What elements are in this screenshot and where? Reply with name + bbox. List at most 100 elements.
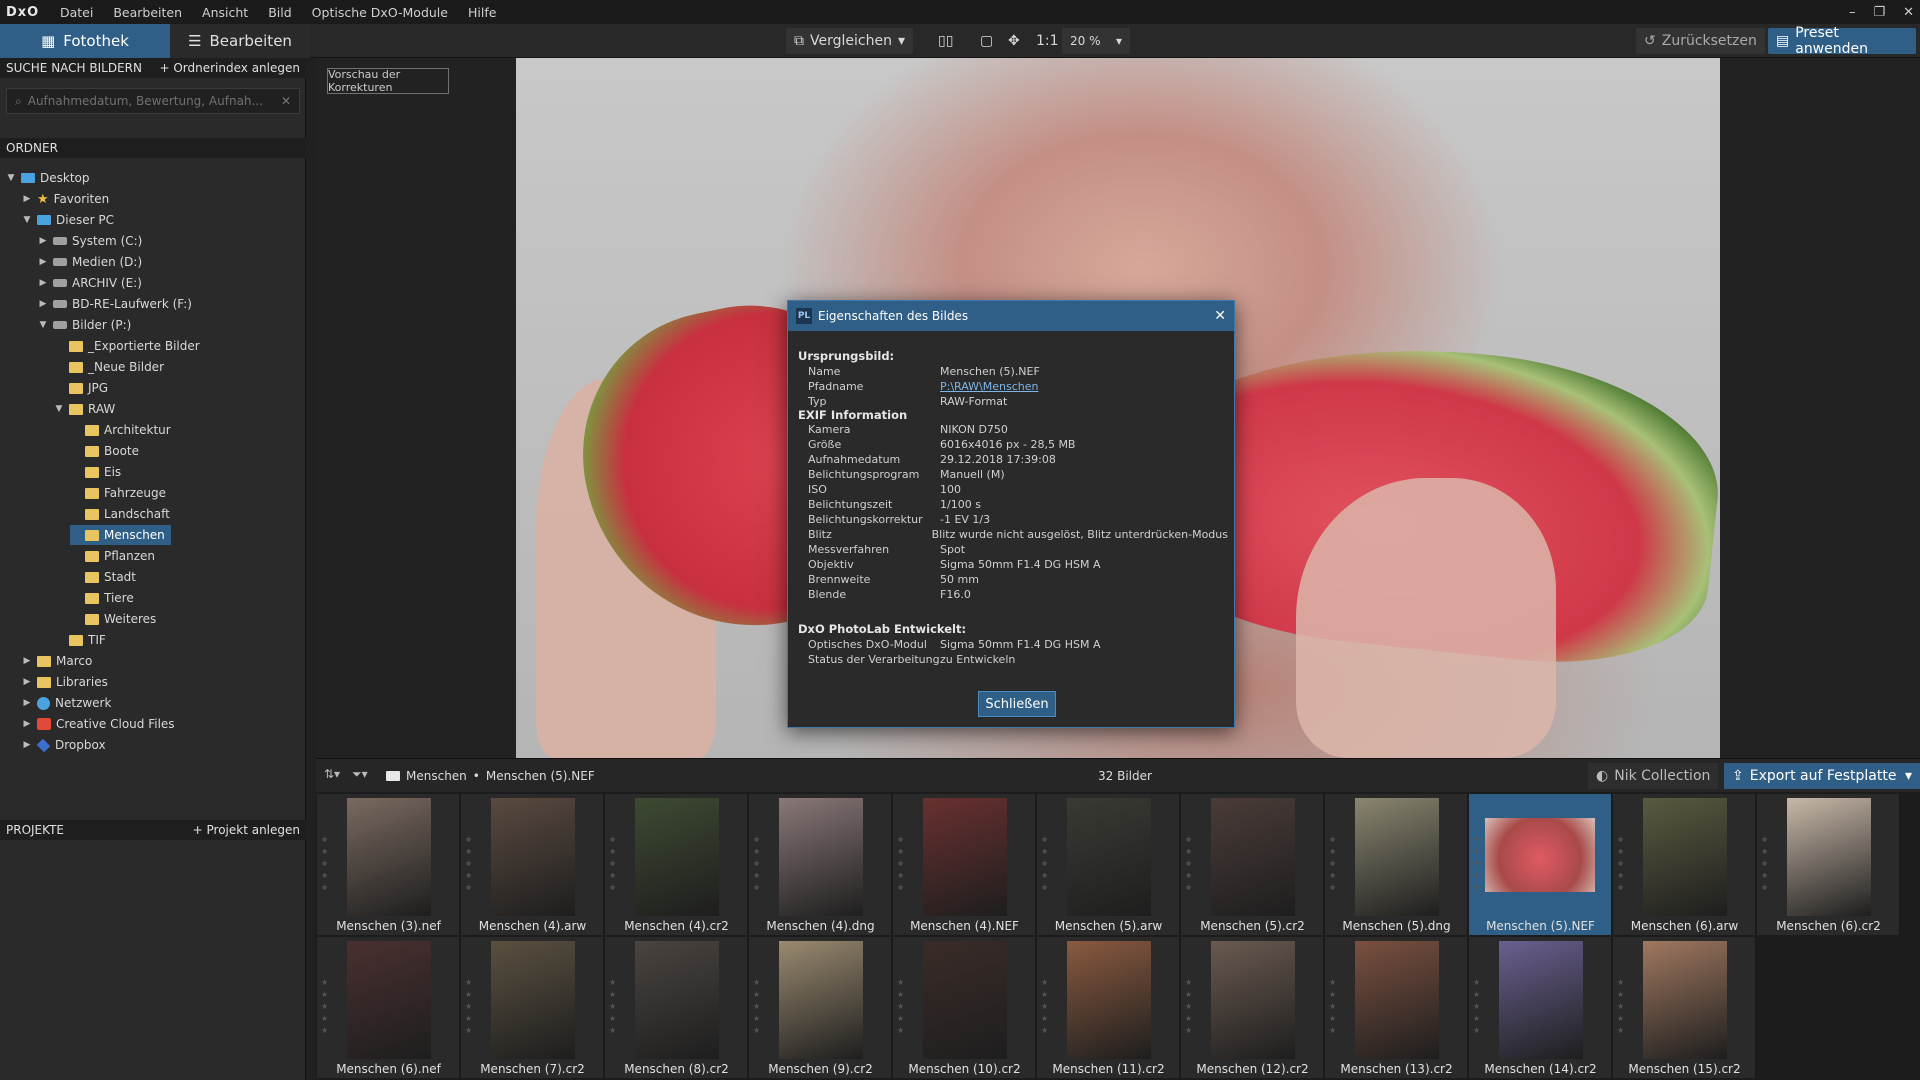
tree-item[interactable]: Eis bbox=[70, 462, 121, 482]
thumbnail[interactable]: ★ ★ ★ ★ ★ Menschen (7).cr2 bbox=[461, 937, 604, 1078]
rating-stars[interactable]: ★ ★ ★ ★ ★ bbox=[1329, 834, 1339, 894]
rating-stars[interactable]: ★ ★ ★ ★ ★ bbox=[609, 977, 619, 1037]
rating-stars[interactable]: ★ ★ ★ ★ ★ bbox=[1185, 834, 1195, 894]
restore-icon[interactable]: ❐ bbox=[1873, 5, 1885, 20]
thumbnail[interactable]: ★ ★ ★ ★ ★ Menschen (4).dng bbox=[749, 794, 892, 935]
rating-stars[interactable]: ★ ★ ★ ★ ★ bbox=[753, 977, 763, 1037]
pan-button[interactable]: ✥ bbox=[1000, 28, 1028, 54]
thumbnail[interactable]: ★ ★ ★ ★ ★ Menschen (14).cr2 bbox=[1469, 937, 1612, 1078]
menu-ansicht[interactable]: Ansicht bbox=[192, 5, 258, 20]
split-view-button[interactable]: ▯▯ bbox=[930, 28, 961, 54]
tree-item[interactable]: Tiere bbox=[70, 588, 134, 608]
tree-item[interactable]: ▼ Desktop bbox=[6, 168, 90, 188]
crumb-folder[interactable]: Menschen bbox=[406, 769, 467, 783]
chevron-down-icon[interactable]: ▾ bbox=[1905, 768, 1912, 784]
tree-item[interactable]: ▶ Libraries bbox=[22, 672, 108, 692]
chevron-right-icon[interactable]: ▶ bbox=[22, 719, 32, 729]
path-link[interactable]: P:\RAW\Menschen bbox=[940, 380, 1228, 395]
rating-stars[interactable]: ★ ★ ★ ★ ★ bbox=[753, 834, 763, 894]
search-input[interactable] bbox=[27, 94, 275, 108]
chevron-down-icon[interactable]: ▼ bbox=[22, 215, 32, 225]
chevron-right-icon[interactable]: ▶ bbox=[22, 656, 32, 666]
thumbnail[interactable]: ★ ★ ★ ★ ★ Menschen (15).cr2 bbox=[1613, 937, 1756, 1078]
thumbnail[interactable]: ★ ★ ★ ★ ★ Menschen (12).cr2 bbox=[1181, 937, 1324, 1078]
thumbnail[interactable]: ★ ★ ★ ★ ★ Menschen (8).cr2 bbox=[605, 937, 748, 1078]
chevron-right-icon[interactable]: ▶ bbox=[22, 677, 32, 687]
rating-stars[interactable]: ★ ★ ★ ★ ★ bbox=[1617, 834, 1627, 894]
rating-stars[interactable]: ★ ★ ★ ★ ★ bbox=[1617, 977, 1627, 1037]
rating-stars[interactable]: ★ ★ ★ ★ ★ bbox=[1473, 977, 1483, 1037]
tree-item[interactable]: TIF bbox=[54, 630, 106, 650]
tree-item[interactable]: ▶ Creative Cloud Files bbox=[22, 714, 175, 734]
rating-stars[interactable]: ★ ★ ★ ★ ★ bbox=[1329, 977, 1339, 1037]
chevron-right-icon[interactable]: ▶ bbox=[38, 257, 48, 267]
tab-fotothek[interactable]: ▦ Fotothek bbox=[0, 24, 170, 58]
chevron-right-icon[interactable]: ▶ bbox=[38, 299, 48, 309]
reset-button[interactable]: ↺ Zurücksetzen bbox=[1636, 28, 1765, 54]
zoom-select[interactable]: 20 % ▾ bbox=[1062, 28, 1130, 54]
menu-bild[interactable]: Bild bbox=[258, 5, 301, 20]
chevron-down-icon[interactable]: ▼ bbox=[38, 320, 48, 330]
thumbnail[interactable]: ★ ★ ★ ★ ★ Menschen (4).cr2 bbox=[605, 794, 748, 935]
chevron-right-icon[interactable]: ▶ bbox=[38, 278, 48, 288]
minimize-icon[interactable]: – bbox=[1849, 5, 1856, 20]
rating-stars[interactable]: ★ ★ ★ ★ ★ bbox=[1041, 977, 1051, 1037]
tree-item[interactable]: ▶ Medien (D:) bbox=[38, 252, 143, 272]
thumbnail[interactable]: ★ ★ ★ ★ ★ Menschen (5).NEF bbox=[1469, 794, 1612, 935]
menu-bearbeiten[interactable]: Bearbeiten bbox=[103, 5, 192, 20]
tree-item[interactable]: ▶ Netzwerk bbox=[22, 693, 112, 713]
rating-stars[interactable]: ★ ★ ★ ★ ★ bbox=[1185, 977, 1195, 1037]
rating-stars[interactable]: ★ ★ ★ ★ ★ bbox=[897, 834, 907, 894]
tree-item[interactable]: Stadt bbox=[70, 567, 136, 587]
tab-bearbeiten[interactable]: ☰ Bearbeiten bbox=[170, 24, 310, 58]
thumbnail[interactable]: ★ ★ ★ ★ ★ Menschen (4).arw bbox=[461, 794, 604, 935]
tree-item[interactable]: ▼ Bilder (P:) bbox=[38, 315, 132, 335]
close-dialog-button[interactable]: Schließen bbox=[978, 691, 1056, 717]
chevron-right-icon[interactable]: ▶ bbox=[22, 698, 32, 708]
tree-item[interactable]: ▶ System (C:) bbox=[38, 231, 143, 251]
tree-item[interactable]: JPG bbox=[54, 378, 108, 398]
rating-stars[interactable]: ★ ★ ★ ★ ★ bbox=[897, 977, 907, 1037]
chevron-right-icon[interactable]: ▶ bbox=[22, 740, 32, 750]
thumbnail[interactable]: ★ ★ ★ ★ ★ Menschen (6).arw bbox=[1613, 794, 1756, 935]
rating-stars[interactable]: ★ ★ ★ ★ ★ bbox=[1041, 834, 1051, 894]
thumbnail[interactable]: ★ ★ ★ ★ ★ Menschen (6).cr2 bbox=[1757, 794, 1900, 935]
tree-item[interactable]: ▶ BD-RE-Laufwerk (F:) bbox=[38, 294, 192, 314]
tree-item[interactable]: _Neue Bilder bbox=[54, 357, 164, 377]
rating-stars[interactable]: ★ ★ ★ ★ ★ bbox=[1473, 834, 1483, 894]
tree-item[interactable]: Landschaft bbox=[70, 504, 170, 524]
rating-stars[interactable]: ★ ★ ★ ★ ★ bbox=[1761, 834, 1771, 894]
close-window-icon[interactable]: ✕ bbox=[1903, 5, 1914, 20]
chevron-down-icon[interactable]: ▼ bbox=[54, 404, 64, 414]
compare-button[interactable]: ⧉ Vergleichen ▾ bbox=[786, 28, 913, 54]
tree-item[interactable]: Fahrzeuge bbox=[70, 483, 166, 503]
chevron-right-icon[interactable]: ▶ bbox=[22, 194, 32, 204]
thumbnail[interactable]: ★ ★ ★ ★ ★ Menschen (5).arw bbox=[1037, 794, 1180, 935]
add-project-button[interactable]: + Projekt anlegen bbox=[193, 823, 300, 837]
rating-stars[interactable]: ★ ★ ★ ★ ★ bbox=[321, 834, 331, 894]
chevron-down-icon[interactable]: ▼ bbox=[6, 173, 16, 183]
thumbnail[interactable]: ★ ★ ★ ★ ★ Menschen (3).nef bbox=[317, 794, 460, 935]
tree-item[interactable]: _Exportierte Bilder bbox=[54, 336, 200, 356]
thumbnail[interactable]: ★ ★ ★ ★ ★ Menschen (13).cr2 bbox=[1325, 937, 1468, 1078]
crop-view-button[interactable]: ▢ bbox=[972, 28, 1001, 54]
thumbnail[interactable]: ★ ★ ★ ★ ★ Menschen (5).cr2 bbox=[1181, 794, 1324, 935]
apply-preset-button[interactable]: ▤ Preset anwenden bbox=[1768, 25, 1916, 57]
rating-stars[interactable]: ★ ★ ★ ★ ★ bbox=[321, 977, 331, 1037]
tree-item[interactable]: ▶ Marco bbox=[22, 651, 93, 671]
thumbnail[interactable]: ★ ★ ★ ★ ★ Menschen (6).nef bbox=[317, 937, 460, 1078]
chevron-down-icon[interactable]: ▾ bbox=[898, 33, 905, 49]
menu-optische-module[interactable]: Optische DxO-Module bbox=[302, 5, 458, 20]
rating-stars[interactable]: ★ ★ ★ ★ ★ bbox=[465, 834, 475, 894]
nik-collection-button[interactable]: ◐ Nik Collection bbox=[1588, 762, 1719, 789]
tree-item[interactable]: Weiteres bbox=[70, 609, 156, 629]
thumbnail[interactable]: ★ ★ ★ ★ ★ Menschen (5).dng bbox=[1325, 794, 1468, 935]
thumbnail[interactable]: ★ ★ ★ ★ ★ Menschen (9).cr2 bbox=[749, 937, 892, 1078]
preview-corrections-button[interactable]: Vorschau der Korrekturen bbox=[327, 68, 449, 94]
tree-item[interactable]: ▶ Dropbox bbox=[22, 735, 106, 755]
tree-item[interactable]: ▼ Dieser PC bbox=[22, 210, 114, 230]
tree-item[interactable]: Pflanzen bbox=[70, 546, 155, 566]
thumbnail[interactable]: ★ ★ ★ ★ ★ Menschen (11).cr2 bbox=[1037, 937, 1180, 1078]
filter-icon[interactable]: ⏷▾ bbox=[352, 767, 368, 782]
close-icon[interactable]: ✕ bbox=[1214, 308, 1226, 324]
